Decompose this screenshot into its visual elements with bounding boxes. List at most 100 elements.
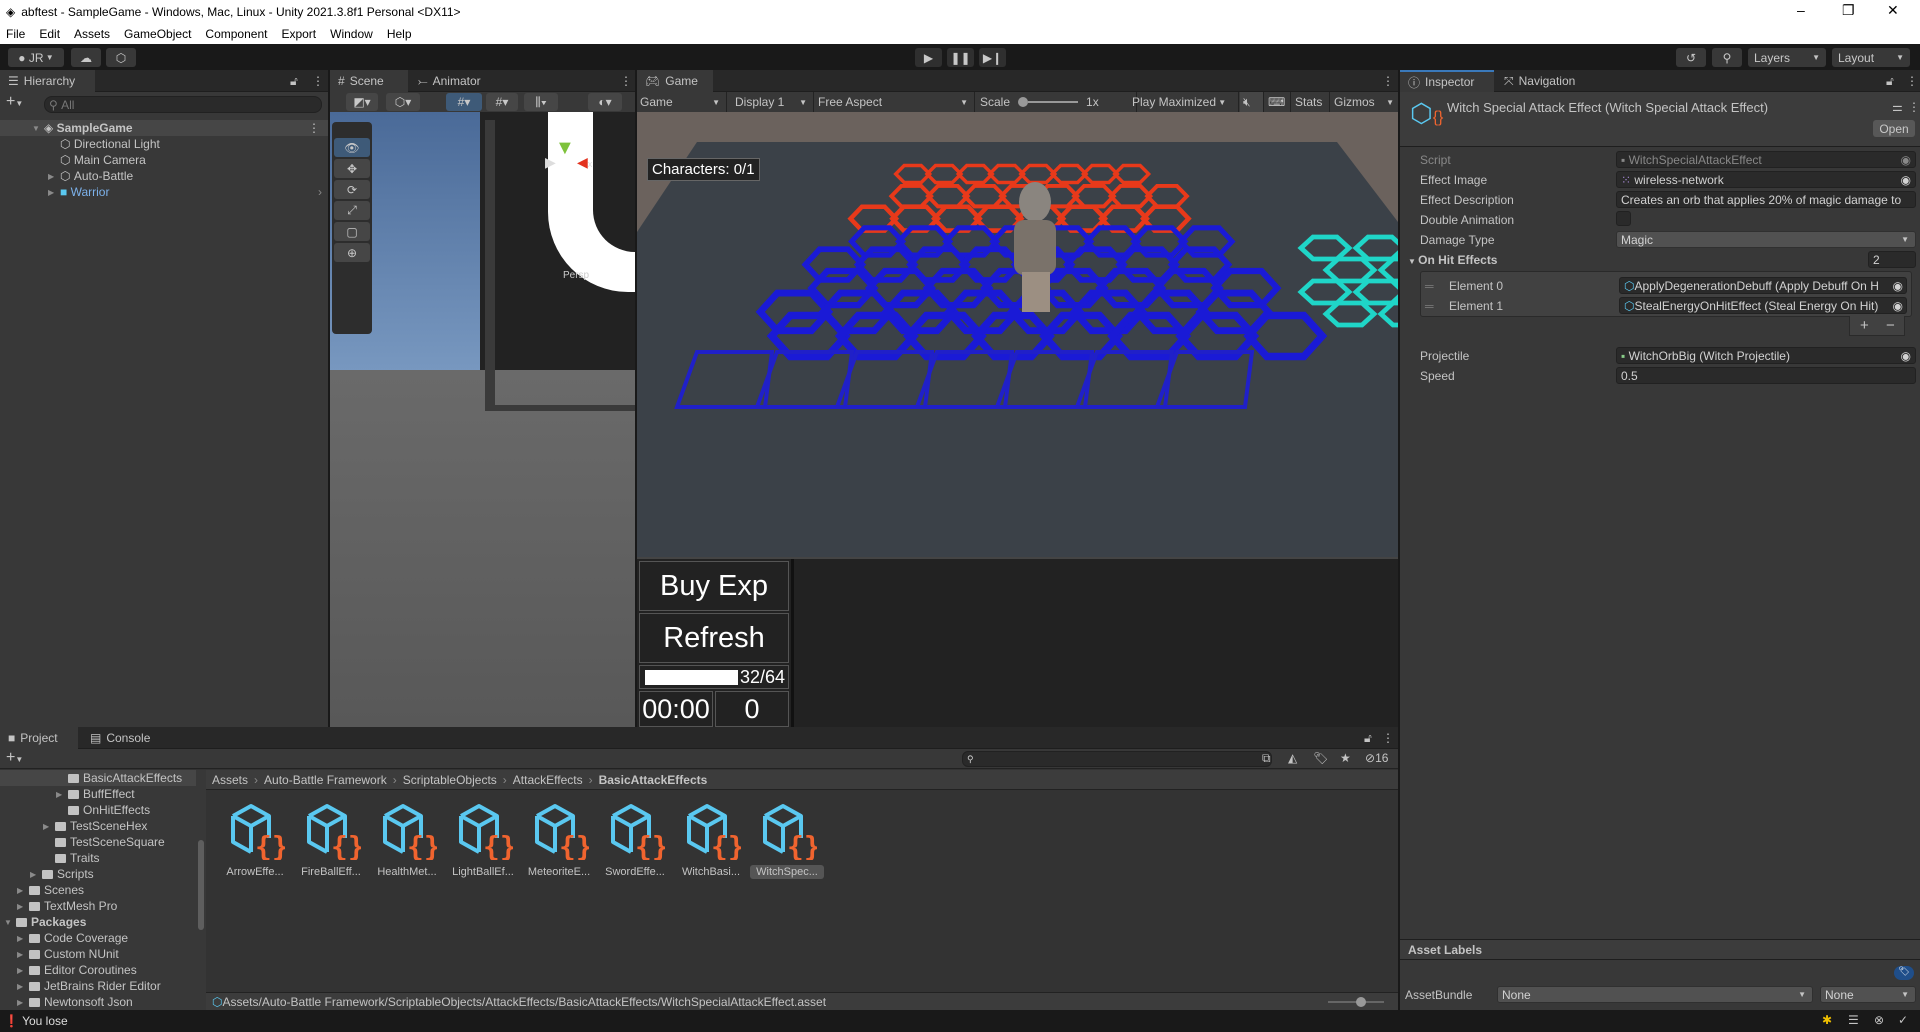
snap-button[interactable]: #▾ xyxy=(486,93,518,111)
lock-icon[interactable]: 🔓︎ xyxy=(290,74,298,89)
menu-assets[interactable]: Assets xyxy=(74,27,110,41)
breadcrumb-item[interactable]: ScriptableObjects xyxy=(403,773,497,787)
ruler-button[interactable]: ⫼▾ xyxy=(524,93,558,111)
layout-dropdown[interactable]: Layout ▼ xyxy=(1832,48,1910,67)
hierarchy-item[interactable]: ▶ ⬡ Auto-Battle xyxy=(48,168,133,184)
asset-item[interactable]: {}SwordEffe... xyxy=(598,802,672,879)
hierarchy-item[interactable]: ▶ ■ Warrior › xyxy=(48,184,328,200)
speed-field[interactable]: 0.5 xyxy=(1616,367,1916,384)
create-button[interactable]: +▼ xyxy=(6,749,23,767)
layers-dropdown[interactable]: Layers ▼ xyxy=(1748,48,1826,67)
menu-component[interactable]: Component xyxy=(205,27,267,41)
lock-icon[interactable]: 🔓︎ xyxy=(1364,731,1372,746)
drag-handle-icon[interactable]: ═ xyxy=(1425,279,1434,293)
lock-icon[interactable]: 🔓︎ xyxy=(1886,74,1894,89)
view-tool-button[interactable]: 👁︎ xyxy=(334,138,370,157)
grid-snap-button[interactable]: #▾ xyxy=(446,93,482,111)
rect-tool-button[interactable]: ▢ xyxy=(334,222,370,241)
cloud-button[interactable]: ☁ xyxy=(71,48,101,67)
scale-slider[interactable]: Scale 1x xyxy=(977,92,1137,112)
project-folder[interactable]: BasicAttackEffects xyxy=(0,770,196,786)
remove-element-button[interactable]: − xyxy=(1886,317,1895,334)
assetbundle-dropdown[interactable]: None ▼ xyxy=(1497,986,1813,1003)
asset-item[interactable]: {}WitchBasi... xyxy=(674,802,748,879)
tab-game[interactable]: 🎮︎ Game xyxy=(637,70,713,92)
project-folder[interactable]: ▶ Newtonsoft Json xyxy=(0,994,196,1010)
project-folder[interactable]: ▶ Scenes xyxy=(0,882,196,898)
status-message[interactable]: ❗ You lose xyxy=(4,1014,68,1028)
menu-export[interactable]: Export xyxy=(281,27,316,41)
tree-scrollbar[interactable] xyxy=(196,770,206,1010)
project-folder[interactable]: ▶ TestSceneHex xyxy=(0,818,196,834)
hierarchy-search-input[interactable]: ⚲ All xyxy=(44,96,322,113)
script-field[interactable]: ▪ WitchSpecialAttackEffect ◉ xyxy=(1616,151,1916,168)
search-by-type-icon[interactable]: ⧉ xyxy=(1262,751,1271,766)
create-button[interactable]: +▼ xyxy=(6,93,23,111)
persp-label[interactable]: Persp xyxy=(563,270,589,281)
on-hit-count-field[interactable]: 2 xyxy=(1868,251,1916,268)
more-icon[interactable]: ⋮ xyxy=(1906,74,1918,88)
project-folder[interactable]: ▶ JetBrains Rider Editor xyxy=(0,978,196,994)
asset-item[interactable]: {}MeteoriteE... xyxy=(522,802,596,879)
more-icon[interactable]: ⋮ xyxy=(1382,731,1394,745)
network-icon[interactable]: ⊗ xyxy=(1874,1013,1884,1027)
gizmos-dropdown[interactable]: Gizmos ▼ xyxy=(1331,92,1398,112)
project-folder[interactable]: ▶ Scripts xyxy=(0,866,196,882)
game-mode-dropdown[interactable]: Game ▼ xyxy=(637,92,727,112)
play-mode-dropdown[interactable]: Play Maximized ▼ xyxy=(1129,92,1239,112)
hidden-packages-button[interactable]: ⊘16 xyxy=(1365,751,1388,765)
scale-tool-button[interactable]: ⤢ xyxy=(334,201,370,220)
rotate-tool-button[interactable]: ⟳ xyxy=(334,180,370,199)
buy-exp-button[interactable]: Buy Exp xyxy=(639,561,789,611)
tab-animator[interactable]: ⤚ Animator xyxy=(410,70,489,92)
double-animation-checkbox[interactable] xyxy=(1616,211,1631,226)
draw-mode-button[interactable]: ◩▾ xyxy=(346,93,378,111)
filter-type-icon[interactable]: ◭ xyxy=(1288,751,1297,765)
step-button[interactable]: ▶❙ xyxy=(979,48,1006,67)
menu-edit[interactable]: Edit xyxy=(39,27,60,41)
project-folder[interactable]: ▶ Editor Coroutines xyxy=(0,962,196,978)
asset-item[interactable]: {}FireBallEff... xyxy=(294,802,368,879)
more-icon[interactable]: ⋮ xyxy=(312,74,324,88)
pause-button[interactable]: ❚❚ xyxy=(947,48,974,67)
asset-item[interactable]: {}HealthMet... xyxy=(370,802,444,879)
project-folder[interactable]: OnHitEffects xyxy=(0,802,196,818)
label-tag-button[interactable]: 🏷︎ xyxy=(1894,966,1914,980)
close-button[interactable]: ✕ xyxy=(1887,2,1899,19)
project-folder[interactable]: ▶ TextMesh Pro xyxy=(0,898,196,914)
keyboard-button[interactable]: ⌨ xyxy=(1265,92,1291,112)
element-field[interactable]: ⬡ ApplyDegenerationDebuff (Apply Debuff O… xyxy=(1619,277,1907,294)
tab-scene[interactable]: # Scene xyxy=(330,70,408,92)
more-icon[interactable]: ⋮ xyxy=(1382,74,1394,88)
hierarchy-item[interactable]: ⬡ Main Camera xyxy=(60,152,146,168)
project-folder[interactable]: ▶ BuffEffect xyxy=(0,786,196,802)
menu-window[interactable]: Window xyxy=(330,27,373,41)
menu-help[interactable]: Help xyxy=(387,27,412,41)
maximize-button[interactable]: ❐ xyxy=(1842,2,1855,19)
breadcrumb-item[interactable]: BasicAttackEffects xyxy=(599,773,708,787)
hierarchy-item[interactable]: ⬡ Directional Light xyxy=(60,136,160,152)
cache-icon[interactable]: ☰ xyxy=(1848,1013,1859,1027)
effect-description-field[interactable]: Creates an orb that applies 20% of magic… xyxy=(1616,191,1916,208)
account-dropdown[interactable]: ● JR ▼ xyxy=(8,48,64,67)
project-folder[interactable]: ▼ Packages xyxy=(0,914,196,930)
asset-item[interactable]: {}WitchSpec... xyxy=(750,802,824,879)
project-folder[interactable]: Traits xyxy=(0,850,196,866)
search-button[interactable]: ⚲ xyxy=(1712,48,1742,67)
project-folder[interactable]: ▶ Code Coverage xyxy=(0,930,196,946)
asset-item[interactable]: {}LightBallEf... xyxy=(446,802,520,879)
preset-icon[interactable]: ⚌ xyxy=(1892,100,1903,114)
project-folder[interactable]: TestSceneSquare xyxy=(0,834,196,850)
shading-button[interactable]: ⬡▾ xyxy=(386,93,420,111)
effect-image-field[interactable]: ⁙ wireless-network ◉ xyxy=(1616,171,1916,188)
tab-console[interactable]: ▤ Console xyxy=(82,727,158,749)
stats-button[interactable]: Stats xyxy=(1292,92,1330,112)
transform-tool-button[interactable]: ⊕ xyxy=(334,243,370,262)
damage-type-dropdown[interactable]: Magic ▼ xyxy=(1616,231,1916,248)
lighting-button[interactable]: ◐▾ xyxy=(588,93,622,111)
add-element-button[interactable]: + xyxy=(1860,317,1869,334)
asset-item[interactable]: {}ArrowEffe... xyxy=(218,802,292,879)
on-hit-effects-foldout[interactable]: ▼ On Hit Effects xyxy=(1408,253,1497,267)
refresh-button[interactable]: Refresh xyxy=(639,613,789,663)
bug-icon[interactable]: ✱ xyxy=(1822,1013,1832,1027)
